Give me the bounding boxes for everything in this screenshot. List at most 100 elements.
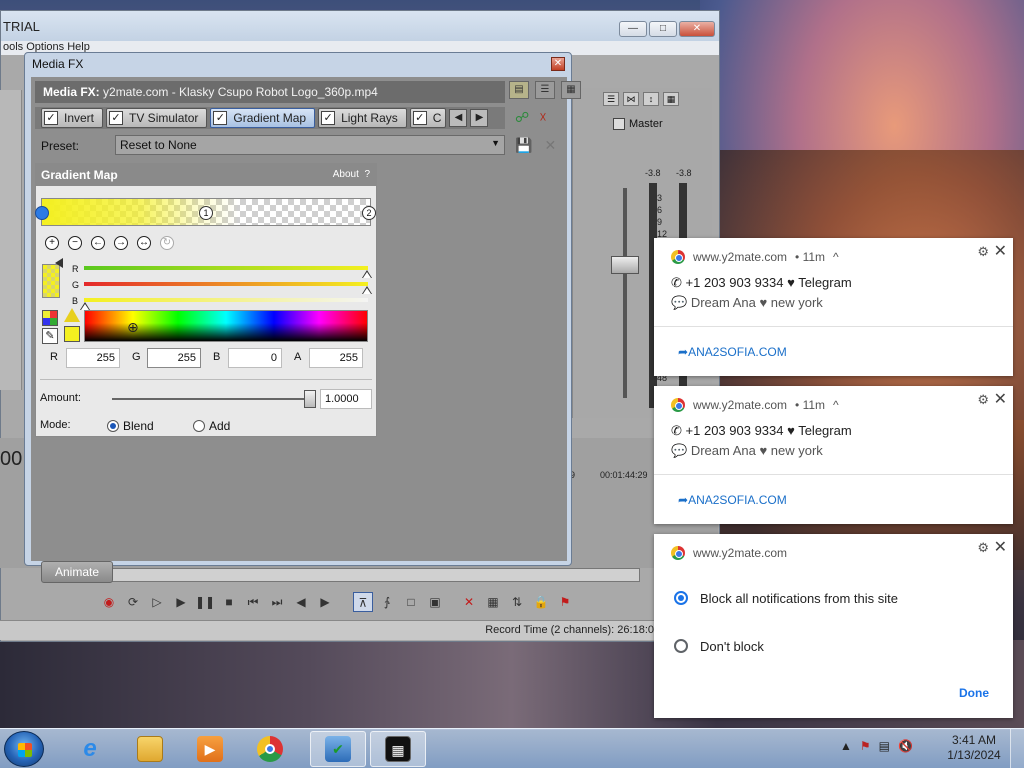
taskbar-vegas-pro[interactable]: ▦ xyxy=(370,731,426,767)
eyedropper-icon[interactable]: ✎ xyxy=(42,328,58,344)
current-color-swatch[interactable] xyxy=(42,264,60,298)
mixer-properties-icon[interactable]: ☰ xyxy=(603,92,619,106)
split-icon[interactable]: ⇅ xyxy=(507,592,527,612)
taskbar-vegas-deep-blue[interactable]: ✔ xyxy=(310,731,366,767)
taskbar-media-player[interactable]: ▶ xyxy=(182,731,238,767)
notification-link[interactable]: ➦ANA2SOFIA.COM xyxy=(678,345,787,359)
delete-preset-icon[interactable]: ✕ xyxy=(544,137,556,154)
save-preset-icon[interactable]: 💾 xyxy=(515,137,532,154)
g-channel-slider[interactable] xyxy=(84,282,368,286)
move-right-icon[interactable]: → xyxy=(114,236,128,250)
dont-block-radio[interactable] xyxy=(674,639,688,653)
maximize-button[interactable]: □ xyxy=(649,21,677,37)
chain-item-partial[interactable]: ✓ C xyxy=(409,108,447,128)
amount-slider-track[interactable] xyxy=(112,398,316,400)
add-stop-icon[interactable]: + xyxy=(45,236,59,250)
next-frame-icon[interactable]: ▶ xyxy=(315,592,335,612)
lock-icon[interactable]: 🔒 xyxy=(531,592,551,612)
checkbox-icon[interactable]: ✓ xyxy=(321,111,336,125)
b-slider-handle[interactable] xyxy=(80,302,90,310)
close-icon[interactable]: ✕ xyxy=(994,389,1007,409)
b-channel-slider[interactable] xyxy=(84,298,368,302)
chain-item-gradient-map[interactable]: ✓ Gradient Map xyxy=(210,108,316,128)
taskbar-chrome[interactable] xyxy=(242,731,298,767)
g-value-field[interactable]: 255 xyxy=(147,348,201,368)
amount-slider-knob[interactable] xyxy=(304,390,316,408)
gear-icon[interactable]: ⚙ xyxy=(977,244,989,260)
notification-card-1[interactable]: www.y2mate.com • 11m ^ ⚙ ✕ ✆ +1 203 903 … xyxy=(654,238,1013,376)
close-button[interactable]: ✕ xyxy=(679,21,715,37)
color-spectrum[interactable]: ⊕ xyxy=(84,310,368,342)
b-value-field[interactable]: 0 xyxy=(228,348,282,368)
help-icon[interactable]: ? xyxy=(364,169,370,180)
distribute-icon[interactable]: ↔ xyxy=(137,236,151,250)
mixer-meter-icon[interactable]: ▦ xyxy=(663,92,679,106)
about-link[interactable]: About ? xyxy=(333,169,370,180)
remove-stop-icon[interactable]: − xyxy=(68,236,82,250)
a-value-field[interactable]: 255 xyxy=(309,348,363,368)
animate-button[interactable]: Animate xyxy=(41,561,113,583)
chain-item-invert[interactable]: ✓ Invert xyxy=(41,108,104,128)
show-hidden-icons-icon[interactable]: ▲ xyxy=(840,739,852,753)
mode-add-label[interactable]: Add xyxy=(209,419,230,433)
taskbar-file-explorer[interactable] xyxy=(122,731,178,767)
chain-item-light-rays[interactable]: ✓ Light Rays xyxy=(318,108,407,128)
play-icon[interactable]: ▶ xyxy=(171,592,191,612)
checkbox-icon[interactable]: ✓ xyxy=(412,111,427,125)
block-all-radio[interactable] xyxy=(674,591,688,605)
go-to-start-icon[interactable]: ⏮ xyxy=(243,592,263,612)
clock[interactable]: 3:41 AM 1/13/2024 xyxy=(944,733,1004,763)
gradient-stop-1-marker[interactable]: 1 xyxy=(199,206,213,220)
chain-scroll-right-icon[interactable]: ▶ xyxy=(470,109,489,127)
r-value-field[interactable]: 255 xyxy=(66,348,120,368)
chain-scroll-left-icon[interactable]: ◀ xyxy=(449,109,468,127)
gradient-bar[interactable]: 1 2 xyxy=(35,198,376,226)
envelope-tool-icon[interactable]: ∱ xyxy=(377,592,397,612)
plugin-chain-icon[interactable]: ☍ xyxy=(515,109,529,126)
selected-color-swatch[interactable] xyxy=(64,326,80,342)
play-from-start-icon[interactable]: ▷ xyxy=(147,592,167,612)
media-fx-close-button[interactable]: ✕ xyxy=(551,57,565,71)
gear-icon[interactable]: ⚙ xyxy=(977,392,989,408)
view-single-icon[interactable]: ▤ xyxy=(509,81,529,99)
close-icon[interactable]: ✕ xyxy=(994,537,1007,557)
expand-caret-icon[interactable]: ^ xyxy=(833,398,839,412)
loop-icon[interactable]: ⟳ xyxy=(123,592,143,612)
notification-link[interactable]: ➦ANA2SOFIA.COM xyxy=(678,493,787,507)
notification-card-2[interactable]: www.y2mate.com • 11m ^ ⚙ ✕ ✆ +1 203 903 … xyxy=(654,386,1013,524)
mixer-downmix-icon[interactable]: ⋈ xyxy=(623,92,639,106)
volume-muted-icon[interactable]: 🔇 xyxy=(898,739,913,753)
go-to-end-icon[interactable]: ⏭ xyxy=(267,592,287,612)
master-fader-knob[interactable] xyxy=(611,256,639,274)
checkbox-icon[interactable]: ✓ xyxy=(213,111,228,125)
gradient-stop-left-marker[interactable] xyxy=(35,206,49,220)
expand-caret-icon[interactable]: ^ xyxy=(833,250,839,264)
timeline-scrollbar[interactable] xyxy=(95,568,640,582)
record-icon[interactable]: ◉ xyxy=(99,592,119,612)
color-palette-icon[interactable] xyxy=(42,310,58,326)
delete-icon[interactable]: ✕ xyxy=(459,592,479,612)
block-all-label[interactable]: Block all notifications from this site xyxy=(700,591,898,606)
remove-plugin-icon[interactable]: ☓ xyxy=(539,109,546,126)
vegas-title-bar[interactable]: TRIAL xyxy=(1,11,719,41)
show-desktop-button[interactable] xyxy=(1010,729,1024,768)
previous-frame-icon[interactable]: ◀ xyxy=(291,592,311,612)
start-button[interactable] xyxy=(4,731,44,767)
dont-block-label[interactable]: Don't block xyxy=(700,639,764,654)
move-left-icon[interactable]: ← xyxy=(91,236,105,250)
view-list-icon[interactable]: ☰ xyxy=(535,81,555,99)
marker-icon[interactable]: ⚑ xyxy=(555,592,575,612)
pause-icon[interactable]: ❚❚ xyxy=(195,592,215,612)
amount-value-field[interactable]: 1.0000 xyxy=(320,389,372,409)
trim-icon[interactable]: ▦ xyxy=(483,592,503,612)
media-fx-title[interactable]: Media FX xyxy=(25,53,571,75)
g-slider-handle[interactable] xyxy=(362,286,372,294)
normal-edit-tool-icon[interactable]: ⊼ xyxy=(353,592,373,612)
view-grid-icon[interactable]: ▦ xyxy=(561,81,581,99)
selection-tool-icon[interactable]: □ xyxy=(401,592,421,612)
r-slider-handle[interactable] xyxy=(362,270,372,278)
gradient-stop-2-marker[interactable]: 2 xyxy=(362,206,376,220)
stop-icon[interactable]: ■ xyxy=(219,592,239,612)
mode-add-radio[interactable] xyxy=(193,420,205,432)
gear-icon[interactable]: ⚙ xyxy=(977,540,989,556)
